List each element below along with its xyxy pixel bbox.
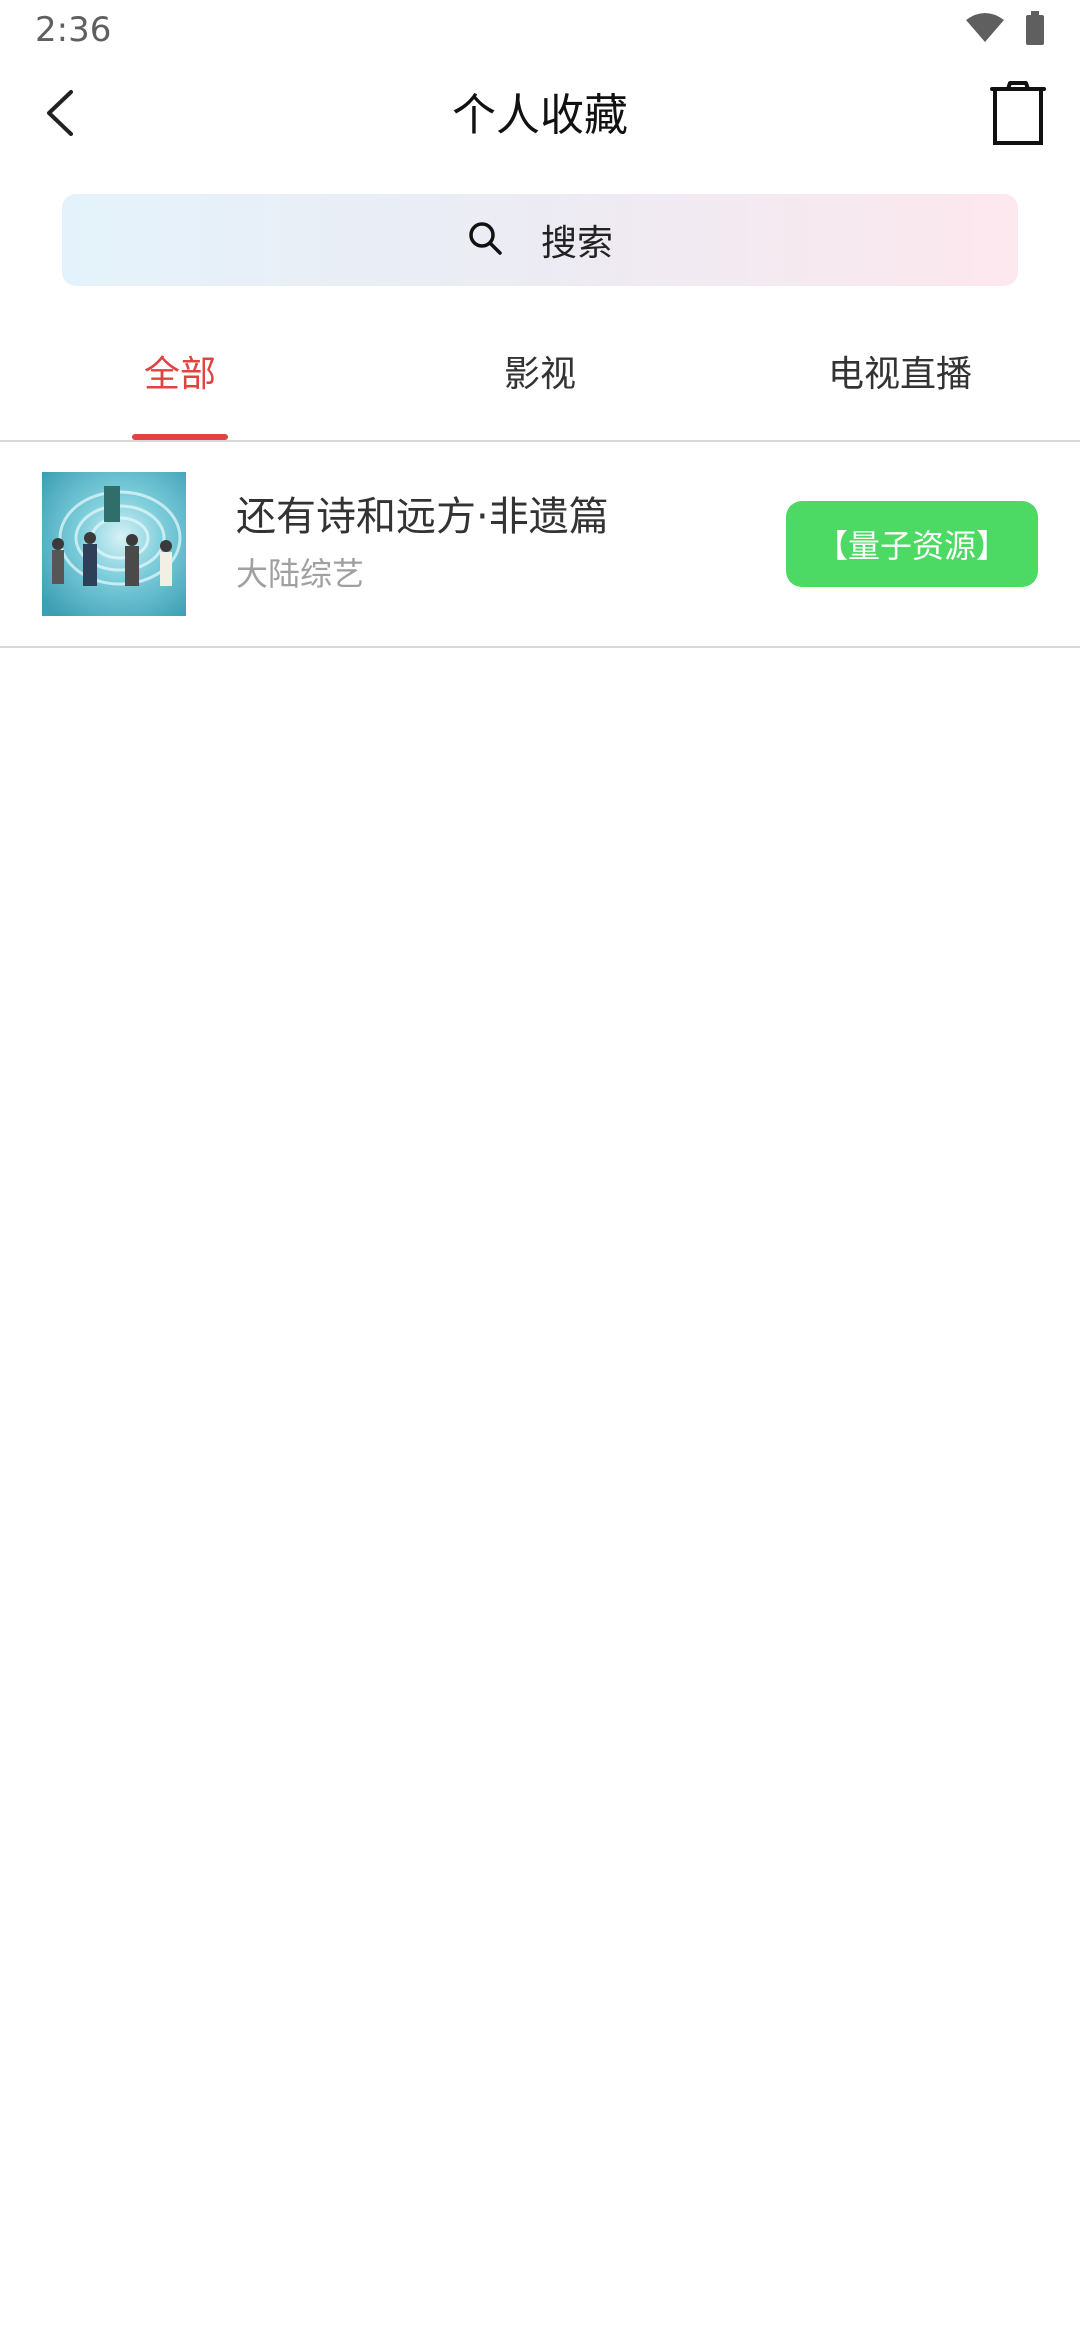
page-title: 个人收藏 [452,90,628,141]
tab-all[interactable]: 全部 [0,316,360,440]
battery-icon [1025,11,1045,49]
poster-thumbnail [42,472,186,616]
active-tab-indicator [132,434,228,440]
app-header: 个人收藏 [0,60,1080,170]
status-time: 2:36 [35,10,112,50]
item-category: 大陆综艺 [236,555,365,593]
clear-favorites-button[interactable] [986,80,1050,150]
trash-icon [990,81,1046,149]
search-bar[interactable]: 搜索 [62,194,1018,286]
list-item[interactable]: 还有诗和远方·非遗篇 大陆综艺 【量子资源】 [0,442,1080,648]
status-bar: 2:36 [0,0,1080,60]
item-title: 还有诗和远方·非遗篇 [236,494,609,540]
category-tabs: 全部 影视 电视直播 [0,316,1080,442]
source-button[interactable]: 【量子资源】 [786,501,1038,587]
search-icon [467,220,503,260]
tab-film-tv[interactable]: 影视 [360,316,720,440]
favorites-screen: 2:36 个人收藏 搜索 全部 影视 电视直播 还有诗和远方·非遗篇 大陆综艺 … [0,0,1080,2340]
wifi-icon [965,12,1005,48]
search-label: 搜索 [540,223,613,264]
status-icons [965,11,1045,49]
tab-tv-live[interactable]: 电视直播 [720,316,1080,440]
